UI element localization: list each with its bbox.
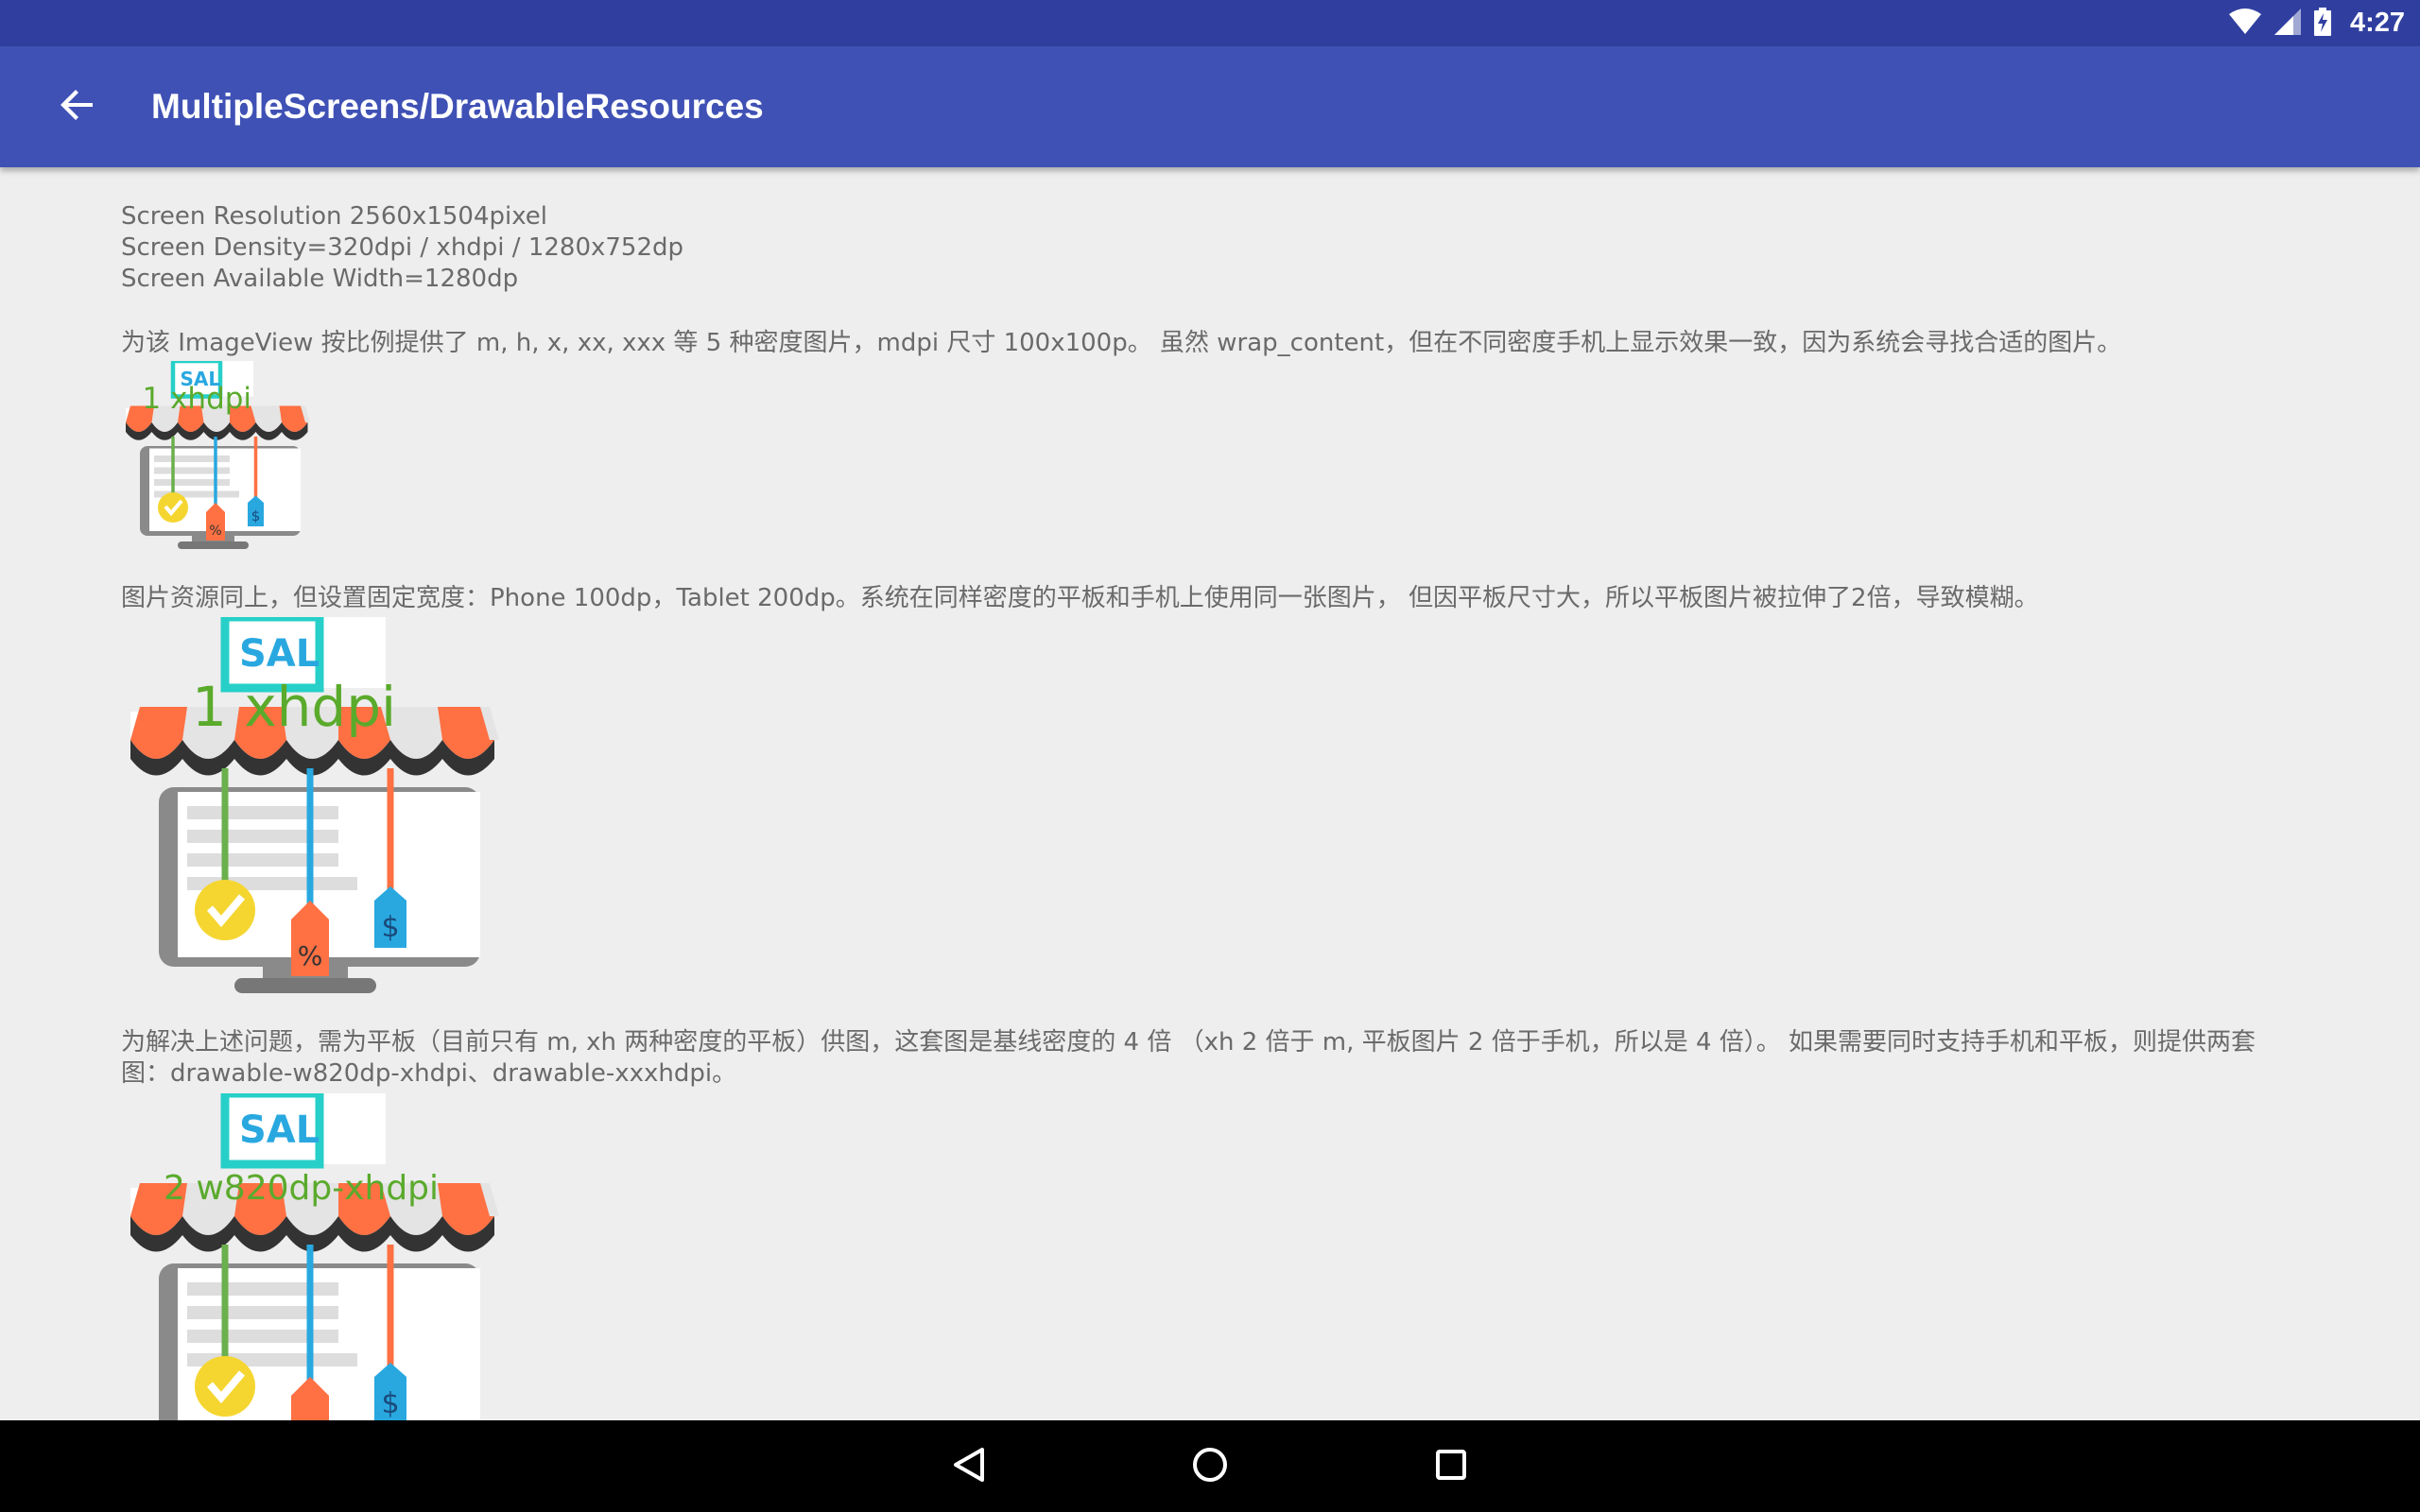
arrow-back-icon	[60, 88, 95, 126]
image-caption: 2 w820dp-xhdpi	[164, 1169, 439, 1208]
image-caption: 1 xhdpi	[143, 382, 252, 416]
recents-square-icon	[1435, 1449, 1467, 1485]
nav-home-button[interactable]	[1153, 1420, 1267, 1512]
nav-recents-button[interactable]	[1394, 1420, 1508, 1512]
nav-back-button[interactable]	[912, 1420, 1026, 1512]
svg-text:%: %	[209, 524, 221, 539]
svg-text:$: $	[251, 507, 261, 524]
wifi-icon	[2228, 8, 2261, 39]
content-scroll-area[interactable]: Screen Resolution 2560x1504pixel Screen …	[0, 167, 2420, 1420]
store-image-1: % $ SAL 1 xhdpi	[121, 361, 310, 550]
store-illustration: % $ SAL 1 xhdpi	[126, 361, 310, 549]
store-image-2: % $ SAL 1 xhdpi	[121, 617, 499, 995]
paragraph-3: 为解决上述问题，需为平板（目前只有 m, xh 两种密度的平板）供图，这套图是基…	[121, 1028, 2256, 1088]
screen-width-text: Screen Available Width=1280dp	[121, 265, 519, 293]
home-circle-icon	[1192, 1447, 1228, 1486]
cell-signal-icon	[2273, 8, 2301, 39]
sale-label: SAL	[239, 1108, 320, 1152]
status-icons: 4:27	[2228, 0, 2405, 46]
navigation-bar	[0, 1420, 2420, 1512]
battery-charging-icon	[2313, 7, 2331, 40]
store-illustration: % $ SAL 2 w820dp-xhdpi	[130, 1093, 499, 1420]
svg-text:%: %	[298, 940, 323, 971]
back-button[interactable]	[42, 71, 113, 143]
svg-text:$: $	[381, 1387, 399, 1420]
paragraph-2: 图片资源同上，但设置固定宽度：Phone 100dp，Tablet 200dp。…	[121, 584, 2039, 612]
back-triangle-icon	[953, 1447, 985, 1486]
screen-info: Screen Resolution 2560x1504pixel Screen …	[121, 201, 683, 295]
sale-label: SAL	[239, 632, 320, 676]
store-illustration: % $ SAL 1 xhdpi	[130, 617, 499, 993]
store-image-3: % $ SAL 2 w820dp-xhdpi	[121, 1093, 499, 1420]
screen-resolution-text: Screen Resolution 2560x1504pixel	[121, 202, 548, 231]
page-title: MultipleScreens/DrawableResources	[151, 87, 764, 126]
image-caption: 1 xhdpi	[192, 675, 396, 739]
app-bar: MultipleScreens/DrawableResources	[0, 46, 2420, 167]
status-bar: 4:27	[0, 0, 2420, 46]
svg-text:$: $	[381, 911, 399, 944]
paragraph-1: 为该 ImageView 按比例提供了 m, h, x, xx, xxx 等 5…	[121, 329, 2122, 357]
screen-density-text: Screen Density=320dpi / xhdpi / 1280x752…	[121, 233, 684, 262]
clock: 4:27	[2349, 8, 2405, 38]
